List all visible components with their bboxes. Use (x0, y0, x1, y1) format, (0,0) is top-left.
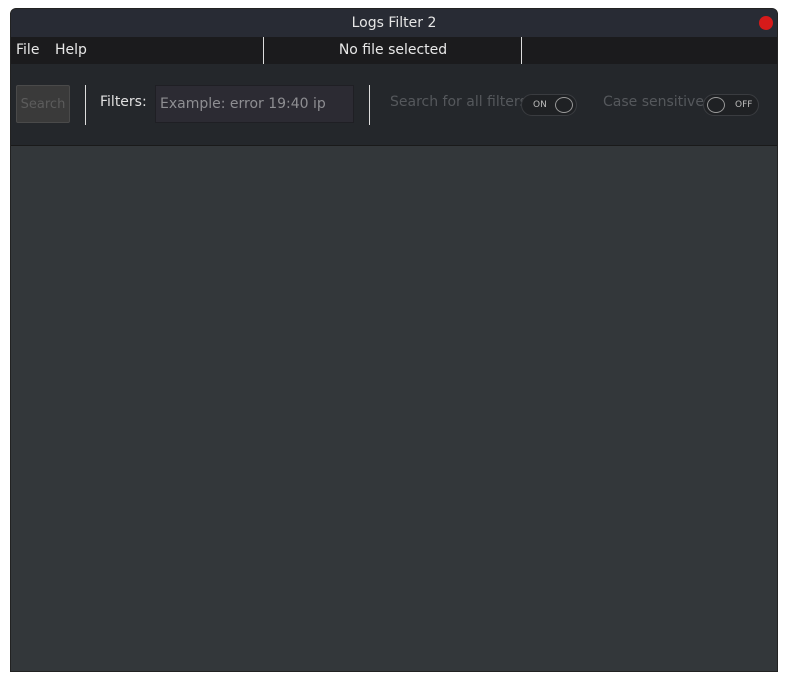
divider (85, 85, 86, 125)
divider (369, 85, 370, 125)
toggle-state: OFF (735, 100, 753, 110)
menu-file[interactable]: File (16, 37, 39, 64)
case-sensitive-toggle[interactable]: OFF (703, 94, 759, 116)
search-button[interactable]: Search (16, 85, 70, 123)
window-title: Logs Filter 2 (351, 15, 437, 31)
results-area (11, 146, 777, 671)
toggle-knob (707, 97, 725, 113)
title-bar: Logs Filter 2 (11, 9, 777, 37)
app-window: Logs Filter 2 File Help No file selected… (10, 8, 778, 672)
filters-input[interactable]: Example: error 19:40 ip (155, 85, 354, 123)
menu-bar: File Help No file selected (11, 37, 777, 64)
toolbar: Search Filters: Example: error 19:40 ip … (11, 64, 777, 146)
close-icon[interactable] (759, 16, 773, 30)
file-status: No file selected (338, 42, 448, 58)
filters-label: Filters: (100, 94, 147, 110)
toggle-state: ON (533, 100, 547, 110)
divider (521, 37, 522, 64)
all-filters-toggle[interactable]: ON (521, 94, 577, 116)
toggle-knob (555, 97, 573, 113)
case-sensitive-label: Case sensitive (603, 94, 704, 110)
all-filters-label: Search for all filters (390, 94, 527, 110)
menu-help[interactable]: Help (55, 37, 87, 64)
